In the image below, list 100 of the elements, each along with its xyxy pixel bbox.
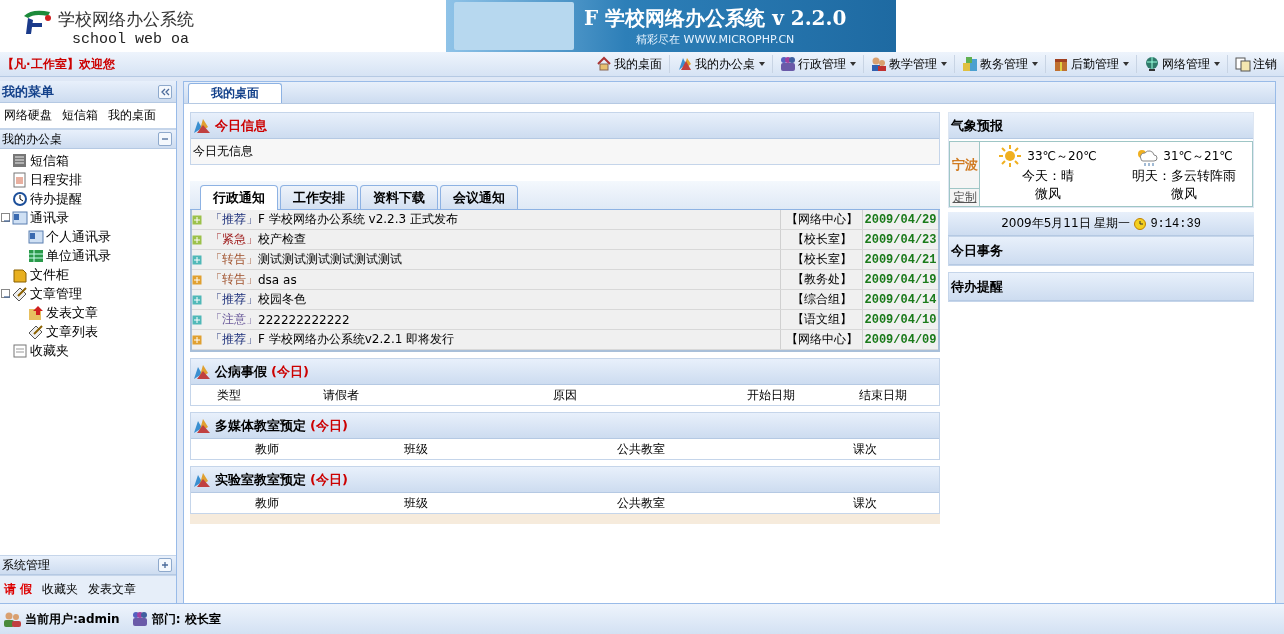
- desktop-tab[interactable]: 我的桌面: [188, 83, 282, 103]
- panel-title: 气象预报: [951, 116, 1003, 135]
- welcome-text: 【凡·工作室】欢迎您: [2, 55, 116, 73]
- notice-tab[interactable]: 行政通知: [200, 185, 278, 210]
- quick-link[interactable]: 发表文章: [88, 581, 137, 598]
- gift-icon: [1053, 56, 1069, 72]
- tree-item[interactable]: 文章管理: [30, 284, 82, 303]
- tree-item[interactable]: 收藏夹: [30, 341, 69, 360]
- nav-item[interactable]: 教务管理: [954, 55, 1045, 73]
- column-header: 课次: [853, 440, 877, 458]
- department-cell: 【校长室】: [780, 230, 862, 249]
- users-icon: [3, 611, 21, 627]
- tree-item[interactable]: 文章列表: [46, 322, 98, 341]
- wind-text: 微风: [1171, 185, 1197, 203]
- folder-icon: [12, 266, 28, 283]
- notice-title[interactable]: 「注意」222222222222: [210, 310, 780, 329]
- forecast-text: 今天：晴: [1022, 167, 1074, 185]
- expand-icon: [192, 314, 202, 325]
- nav-item[interactable]: 注销: [1227, 55, 1284, 73]
- nav-item[interactable]: 我的桌面: [589, 55, 669, 73]
- boxes-icon: [962, 56, 978, 72]
- clock-icon: [12, 190, 28, 207]
- quick-link[interactable]: 短信箱: [62, 107, 98, 124]
- tree-item[interactable]: 待办提醒: [30, 189, 82, 208]
- column-header: 类型: [217, 386, 242, 404]
- today-label: (今日): [310, 470, 348, 489]
- tree-item[interactable]: 发表文章: [46, 303, 98, 322]
- date-text: 2009年5月11日 星期一: [1001, 215, 1131, 232]
- nav-item[interactable]: 后勤管理: [1045, 55, 1136, 73]
- nav-item[interactable]: 我的办公桌: [669, 55, 772, 73]
- column-header: 教师: [255, 494, 279, 512]
- banner-title: F 学校网络办公系统 v 2.2.0: [584, 5, 847, 32]
- plus-icon: [160, 560, 170, 570]
- notice-tab[interactable]: 资料下载: [360, 185, 438, 209]
- quick-link[interactable]: 网络硬盘: [4, 107, 52, 124]
- pen-icon: [12, 285, 28, 302]
- nav-item[interactable]: 行政管理: [772, 55, 863, 73]
- tree-toggle[interactable]: [1, 289, 10, 298]
- notice-title[interactable]: 「转告」dsa as: [210, 270, 780, 289]
- upload-icon: [28, 304, 44, 321]
- quick-link[interactable]: 我的桌面: [108, 107, 156, 124]
- column-header: 原因: [553, 386, 578, 404]
- quick-link[interactable]: 请 假: [4, 581, 33, 598]
- people-icon: [871, 56, 887, 72]
- nav-item[interactable]: 网络管理: [1136, 55, 1227, 73]
- expand-icon: [192, 214, 202, 225]
- time-text: 9:14:39: [1150, 216, 1201, 231]
- quick-link[interactable]: 收藏夹: [42, 581, 79, 598]
- date-cell: 2009/04/19: [862, 270, 938, 289]
- card-icon: [12, 209, 28, 226]
- panel-title: 待办提醒: [951, 277, 1003, 296]
- colorful-icon: [193, 363, 211, 380]
- menu-title: 我的菜单: [2, 82, 54, 101]
- date-cell: 2009/04/10: [862, 310, 938, 329]
- customize-link[interactable]: 定制: [950, 188, 979, 206]
- column-header: 课次: [853, 494, 877, 512]
- app-subtitle: school web oa: [72, 31, 190, 48]
- grid-icon: [28, 247, 44, 264]
- notice-tab[interactable]: 工作安排: [280, 185, 358, 209]
- column-header: 开始日期: [747, 386, 796, 404]
- home-icon: [596, 56, 612, 72]
- department-cell: 【校长室】: [780, 250, 862, 269]
- expand-button[interactable]: [158, 558, 172, 572]
- department-cell: 【网络中心】: [780, 330, 862, 349]
- collapse-button[interactable]: [158, 84, 172, 99]
- column-header: 请假者: [323, 386, 360, 404]
- clock-icon: [1134, 217, 1147, 230]
- colorful-icon: [677, 56, 693, 72]
- notice-title[interactable]: 「推荐」F 学校网络办公系统 v2.2.3 正式发布: [210, 210, 780, 229]
- tree-toggle[interactable]: [1, 213, 10, 222]
- notice-title[interactable]: 「推荐」F 学校网络办公系统v2.2.1 即将发行: [210, 330, 780, 349]
- tree-item[interactable]: 日程安排: [30, 170, 82, 189]
- tree-item[interactable]: 短信箱: [30, 151, 69, 170]
- panel-title: 今日事务: [951, 241, 1003, 260]
- tree-item[interactable]: 单位通讯录: [46, 246, 111, 265]
- date-cell: 2009/04/23: [862, 230, 938, 249]
- nav-item[interactable]: 教学管理: [863, 55, 954, 73]
- logo-icon: [22, 8, 52, 34]
- department-cell: 【综合组】: [780, 290, 862, 309]
- tree-item[interactable]: 文件柜: [30, 265, 69, 284]
- wind-text: 微风: [1035, 185, 1061, 203]
- current-user: 当前用户:admin: [25, 610, 120, 628]
- notice-tab[interactable]: 会议通知: [440, 185, 518, 209]
- card-icon: [28, 228, 44, 245]
- notice-title[interactable]: 「紧急」校产检查: [210, 230, 780, 249]
- temperature: 33℃～20℃: [1027, 147, 1097, 165]
- department-cell: 【教务处】: [780, 270, 862, 289]
- section-title: 我的办公桌: [2, 130, 62, 148]
- notice-title[interactable]: 「推荐」校园冬色: [210, 290, 780, 309]
- forecast-text: 明天：多云转阵雨: [1132, 167, 1236, 185]
- banner-subtitle: 精彩尽在 WWW.MICROPHP.CN: [636, 32, 795, 47]
- notice-title[interactable]: 「转告」测试测试测试测试测试测试: [210, 250, 780, 269]
- date-cell: 2009/04/14: [862, 290, 938, 309]
- document-icon: [12, 342, 28, 359]
- expand-icon: [192, 334, 202, 345]
- panel-title: 今日信息: [215, 116, 267, 135]
- expand-icon: [192, 294, 202, 305]
- tree-item[interactable]: 个人通讯录: [46, 227, 111, 246]
- department-cell: 【语文组】: [780, 310, 862, 329]
- tree-item[interactable]: 通讯录: [30, 208, 69, 227]
